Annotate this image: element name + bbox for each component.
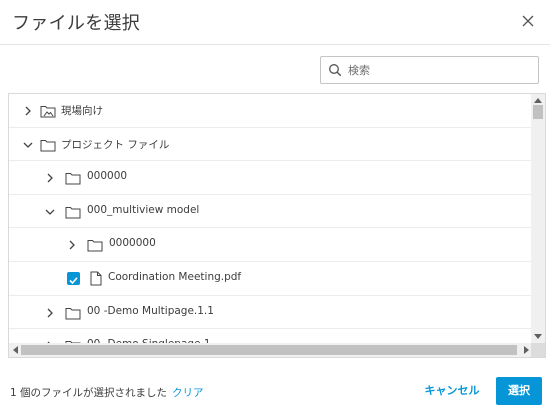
chevron-right-icon[interactable] (66, 239, 78, 251)
search-icon (329, 64, 342, 77)
tree-item-label: Coordination Meeting.pdf (108, 270, 242, 283)
chevron-right-icon[interactable] (22, 105, 34, 117)
scroll-down-icon[interactable] (534, 334, 542, 339)
tree-item-coordination-meeting[interactable]: Coordination Meeting.pdf (9, 262, 531, 296)
tree-rows: 現場向け プロジェクト ファイル 000000 000_multiview mo… (9, 94, 531, 357)
chevron-down-icon[interactable] (44, 206, 56, 218)
horizontal-scroll-thumb[interactable] (21, 345, 517, 355)
chevron-right-icon[interactable] (44, 172, 56, 184)
folder-icon (65, 307, 81, 320)
tree-item-label: 00 -Demo Multipage.1.1 (87, 304, 214, 317)
search-box[interactable] (320, 56, 539, 84)
folder-icon (40, 139, 56, 152)
dialog-title: ファイルを選択 (12, 13, 141, 34)
tree-item-project-files[interactable]: プロジェクト ファイル (9, 128, 531, 162)
tree-item-field[interactable]: 現場向け (9, 94, 531, 128)
field-folder-icon (40, 106, 56, 118)
tree-item-000000[interactable]: 000000 (9, 161, 531, 195)
tree-item-label: プロジェクト ファイル (61, 138, 170, 151)
chevron-right-icon[interactable] (44, 307, 56, 319)
folder-icon (65, 173, 81, 185)
close-icon[interactable] (520, 13, 536, 29)
file-tree: 現場向け プロジェクト ファイル 000000 000_multiview mo… (8, 93, 546, 358)
tree-item-0000000[interactable]: 0000000 (9, 228, 531, 262)
scroll-right-icon[interactable] (524, 346, 529, 354)
file-icon (90, 271, 102, 286)
vertical-scrollbar[interactable] (531, 94, 545, 343)
tree-item-demo-multipage[interactable]: 00 -Demo Multipage.1.1 (9, 296, 531, 330)
horizontal-scrollbar[interactable] (9, 343, 533, 357)
dialog-header: ファイルを選択 (0, 0, 550, 45)
tree-item-multiview-model[interactable]: 000_multiview model (9, 195, 531, 229)
file-checkbox[interactable] (67, 271, 80, 285)
selection-status: 1 個のファイルが選択されました (10, 387, 168, 399)
tree-item-label: 000_multiview model (87, 203, 200, 216)
cancel-button[interactable]: キャンセル (417, 378, 487, 404)
tree-item-label: 000000 (87, 170, 128, 183)
vertical-scroll-thumb[interactable] (533, 105, 543, 119)
checkmark-icon (69, 277, 78, 285)
scrollbar-corner (531, 343, 545, 357)
scroll-up-icon[interactable] (534, 98, 542, 103)
clear-link[interactable]: クリア (172, 385, 204, 400)
scroll-left-icon[interactable] (13, 346, 18, 354)
select-button[interactable]: 選択 (496, 377, 542, 405)
folder-icon (65, 206, 81, 219)
tree-item-label: 現場向け (61, 105, 103, 117)
chevron-down-icon[interactable] (22, 139, 34, 151)
search-input[interactable] (348, 60, 533, 80)
tree-item-label: 0000000 (109, 237, 156, 250)
folder-icon (87, 240, 103, 252)
